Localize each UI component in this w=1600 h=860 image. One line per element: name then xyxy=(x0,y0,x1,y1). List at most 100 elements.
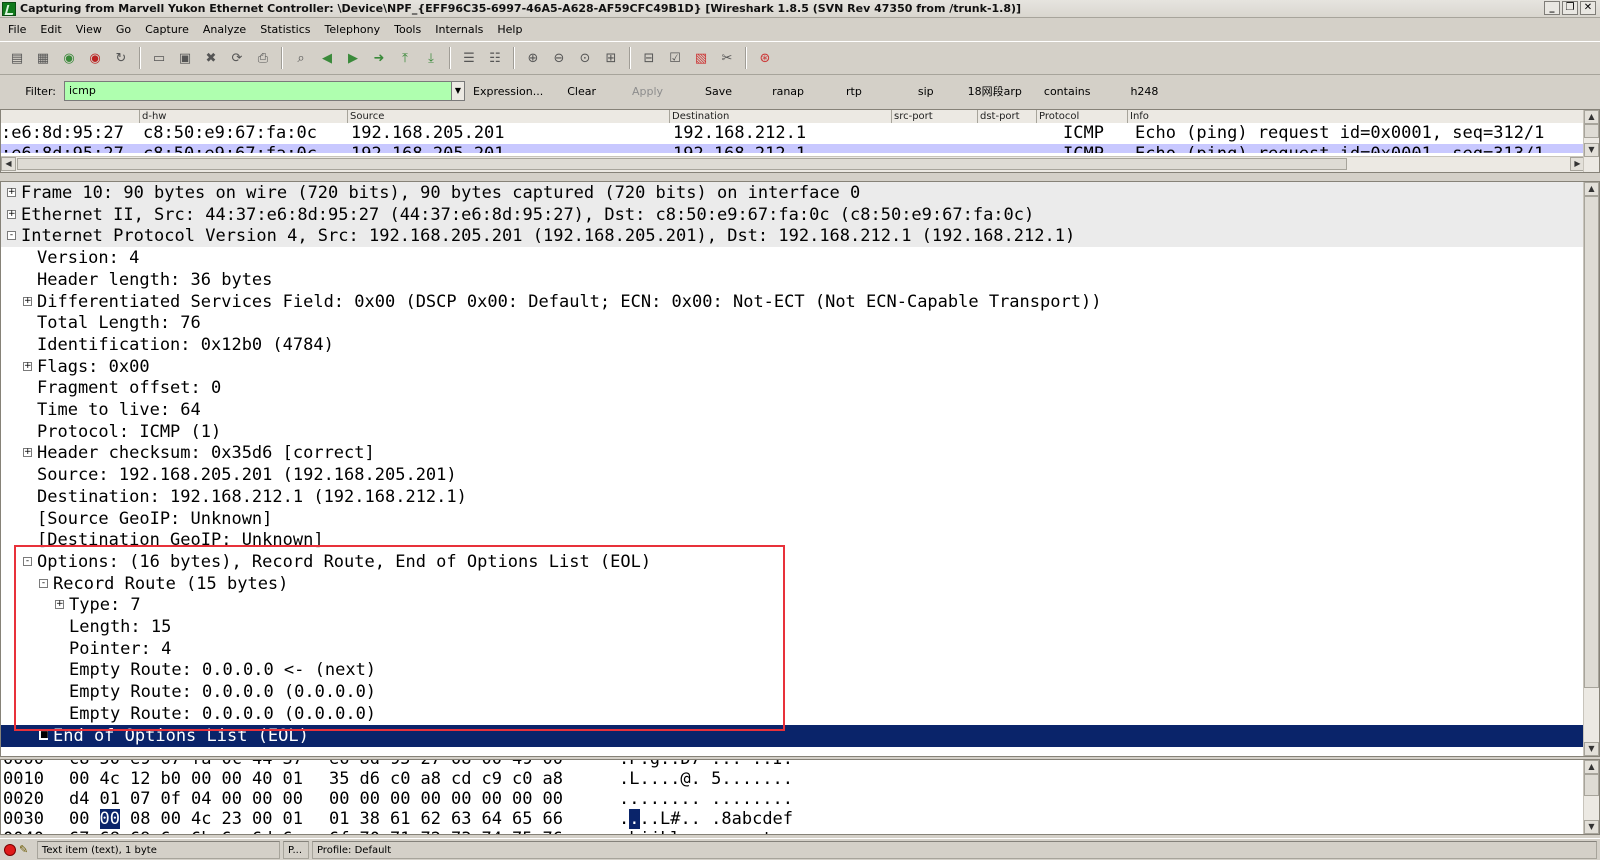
hex-byte[interactable]: 01 xyxy=(283,809,303,829)
menu-help[interactable]: Help xyxy=(497,23,522,36)
hex-byte[interactable]: 00 xyxy=(543,789,563,809)
help-icon[interactable]: ⊛ xyxy=(755,48,775,68)
first-packet-icon[interactable]: ⤒ xyxy=(395,48,415,68)
last-packet-icon[interactable]: ⤓ xyxy=(421,48,441,68)
preferences-icon[interactable]: ✂ xyxy=(717,48,737,68)
minimize-icon[interactable]: _ xyxy=(1544,1,1560,15)
menu-internals[interactable]: Internals xyxy=(435,23,483,36)
hex-byte[interactable]: 49 xyxy=(512,760,532,769)
expand-icon[interactable]: + xyxy=(55,600,64,610)
hex-byte[interactable]: 01 xyxy=(329,809,349,829)
tree-item[interactable]: Header length: 36 bytes xyxy=(1,269,1585,291)
hex-byte[interactable]: 00 xyxy=(222,769,242,789)
menu-file[interactable]: File xyxy=(8,23,26,36)
autoscroll-icon[interactable]: ☷ xyxy=(485,48,505,68)
scroll-up-icon[interactable]: ▲ xyxy=(1584,760,1599,774)
column-header-d-hw[interactable]: d-hw xyxy=(139,110,166,123)
scrollbar-thumb[interactable] xyxy=(1584,774,1599,796)
hex-ascii[interactable]: ........ ........ xyxy=(619,789,793,809)
tree-item[interactable]: ■ End of Options List (EOL) xyxy=(1,724,1585,747)
tree-item[interactable]: Time to live: 64 xyxy=(1,399,1585,421)
tree-item[interactable]: Source: 192.168.205.201 (192.168.205.201… xyxy=(1,464,1585,486)
hex-byte[interactable]: 76 xyxy=(543,829,563,834)
resize-columns-icon[interactable]: ⊞ xyxy=(601,48,621,68)
capture-comment-icon[interactable]: ✎ xyxy=(19,843,33,856)
packet-list-vscrollbar[interactable]: ▲ ▼ xyxy=(1583,110,1599,172)
hex-byte[interactable]: 6c xyxy=(222,829,242,834)
menu-capture[interactable]: Capture xyxy=(145,23,189,36)
hex-byte[interactable]: 00 xyxy=(360,789,380,809)
column-header-dst-port[interactable]: dst-port xyxy=(977,110,1020,123)
expand-icon[interactable]: ■ xyxy=(39,730,49,740)
filter-button-h248[interactable]: h248 xyxy=(1130,85,1158,98)
hex-byte[interactable]: 67 xyxy=(69,829,89,834)
column-header-src-port[interactable]: src-port xyxy=(891,110,933,123)
hex-row[interactable]: 0020 d4 01 07 0f 04 00 00 00 00 00 00 00 00 00 00 00....… xyxy=(1,789,1585,809)
chevron-down-icon[interactable]: ▼ xyxy=(452,81,465,101)
capture-filters-icon[interactable]: ⊟ xyxy=(639,48,659,68)
hex-byte[interactable]: 00 xyxy=(252,809,272,829)
menu-edit[interactable]: Edit xyxy=(40,23,61,36)
hex-byte[interactable]: 27 xyxy=(421,760,441,769)
hex-byte[interactable]: 8d xyxy=(360,760,380,769)
tree-item[interactable]: + Ethernet II, Src: 44:37:e6:8d:95:27 (44… xyxy=(1,203,1585,226)
hex-row[interactable]: 0010 00 4c 12 b0 00 00 40 01 35 d6 c0 a8 cd c9 c0 a8 .L..… xyxy=(1,769,1585,789)
hex-byte[interactable]: a8 xyxy=(421,769,441,789)
hex-byte[interactable]: 00 xyxy=(512,789,532,809)
save-file-icon[interactable]: ▣ xyxy=(175,48,195,68)
hex-byte[interactable]: 38 xyxy=(360,809,380,829)
hex-byte[interactable]: 95 xyxy=(390,760,410,769)
print-icon[interactable]: ⎙ xyxy=(253,48,273,68)
hex-byte[interactable]: c0 xyxy=(512,769,532,789)
hex-byte[interactable]: 37 xyxy=(283,760,303,769)
column-header-protocol[interactable]: Protocol xyxy=(1036,110,1079,123)
filter-input[interactable]: icmp xyxy=(64,81,452,101)
hex-byte[interactable]: 35 xyxy=(329,769,349,789)
packet-list-pane[interactable]: d-hw Source Destination src-port dst-por… xyxy=(0,109,1600,173)
expand-icon[interactable]: + xyxy=(23,296,32,306)
hex-byte[interactable]: cd xyxy=(451,769,471,789)
display-filters-icon[interactable]: ☑ xyxy=(665,48,685,68)
tree-item[interactable]: - Record Route (15 bytes) xyxy=(1,573,1585,595)
hex-byte[interactable]: 69 xyxy=(130,829,150,834)
hex-byte[interactable]: fa xyxy=(191,760,211,769)
column-header-destination[interactable]: Destination xyxy=(669,110,729,123)
tree-item[interactable]: + Header checksum: 0x35d6 [correct] xyxy=(1,442,1585,464)
scrollbar-thumb[interactable] xyxy=(1584,124,1599,138)
bytes-vscrollbar[interactable]: ▲ ▼ xyxy=(1583,760,1599,834)
find-packet-icon[interactable]: ⌕ xyxy=(291,48,311,68)
hex-byte[interactable]: 44 xyxy=(252,760,272,769)
hex-byte[interactable]: 71 xyxy=(390,829,410,834)
normal-size-icon[interactable]: ⊙ xyxy=(575,48,595,68)
packet-details-pane[interactable]: + Frame 10: 90 bytes on wire (720 bits), … xyxy=(0,181,1600,757)
menu-telephony[interactable]: Telephony xyxy=(325,23,381,36)
hex-byte[interactable]: 08 xyxy=(451,760,471,769)
hex-byte[interactable]: d6 xyxy=(360,769,380,789)
hex-byte[interactable]: 01 xyxy=(100,789,120,809)
scrollbar-thumb[interactable] xyxy=(1584,196,1599,688)
scroll-up-icon[interactable]: ▲ xyxy=(1584,110,1599,124)
hex-ascii[interactable]: .P.g..D7 ...'..I. xyxy=(619,760,793,769)
hex-byte[interactable]: 6f xyxy=(329,829,349,834)
tree-item[interactable]: Empty Route: 0.0.0.0 (0.0.0.0) xyxy=(1,681,1585,703)
hex-byte[interactable]: 74 xyxy=(482,829,502,834)
tree-item[interactable]: [Source GeoIP: Unknown] xyxy=(1,508,1585,530)
hex-byte[interactable]: 40 xyxy=(252,769,272,789)
column-header-info[interactable]: Info xyxy=(1127,110,1149,123)
packet-row[interactable]: :e6:8d:95:27 c8:50:e9:67:fa:0c 192.168.2… xyxy=(1,123,1585,144)
hex-byte[interactable]: 63 xyxy=(451,809,471,829)
hex-byte[interactable]: 00 xyxy=(69,809,89,829)
expand-icon[interactable]: + xyxy=(23,361,32,371)
tree-item[interactable]: Empty Route: 0.0.0.0 (0.0.0.0) xyxy=(1,703,1585,725)
hex-byte[interactable]: c8 xyxy=(69,760,89,769)
tree-item[interactable]: + Type: 7 xyxy=(1,594,1585,616)
hex-byte[interactable]: 6b xyxy=(191,829,211,834)
hex-byte[interactable]: 00 xyxy=(69,769,89,789)
hex-byte[interactable]: 67 xyxy=(161,760,181,769)
coloring-rules-icon[interactable]: ▧ xyxy=(691,48,711,68)
expand-icon[interactable]: + xyxy=(7,188,16,197)
status-profile[interactable]: Profile: Default xyxy=(311,840,1598,859)
hex-byte[interactable]: 04 xyxy=(191,789,211,809)
filter-button-sip[interactable]: sip xyxy=(918,85,934,98)
menu-statistics[interactable]: Statistics xyxy=(260,23,310,36)
